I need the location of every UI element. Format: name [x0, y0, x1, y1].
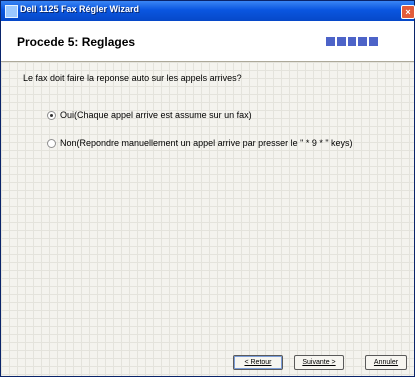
window-title: Dell 1125 Fax Régler Wizard — [20, 4, 139, 14]
progress-segment — [326, 37, 335, 46]
progress-segment — [347, 37, 357, 46]
progress-segment — [358, 37, 368, 46]
option-no[interactable]: Non(Repondre manuellement un appel arriv… — [47, 137, 353, 149]
radio-no[interactable] — [47, 138, 56, 148]
wizard-header: Procede 5: Reglages — [1, 21, 414, 62]
title-bar[interactable]: Dell 1125 Fax Régler Wizard × — [1, 1, 415, 21]
next-button[interactable]: Suivante > — [294, 355, 344, 370]
progress-segment — [336, 37, 346, 46]
option-yes-label: Oui(Chaque appel arrive est assume sur u… — [60, 110, 252, 120]
cancel-button[interactable]: Annuler — [365, 355, 407, 370]
progress-indicator — [326, 37, 378, 46]
option-yes[interactable]: Oui(Chaque appel arrive est assume sur u… — [47, 109, 252, 121]
wizard-content: Le fax doit faire la reponse auto sur le… — [1, 62, 414, 376]
wizard-window: Dell 1125 Fax Régler Wizard × Procede 5:… — [0, 0, 415, 377]
back-button[interactable]: < Retour — [233, 355, 283, 370]
close-button[interactable]: × — [401, 5, 415, 19]
progress-segment — [369, 37, 378, 46]
question-text: Le fax doit faire la reponse auto sur le… — [23, 73, 242, 83]
app-icon — [5, 5, 18, 18]
option-no-label: Non(Repondre manuellement un appel arriv… — [60, 138, 353, 148]
radio-yes[interactable] — [47, 110, 56, 120]
step-title: Procede 5: Reglages — [17, 35, 136, 49]
